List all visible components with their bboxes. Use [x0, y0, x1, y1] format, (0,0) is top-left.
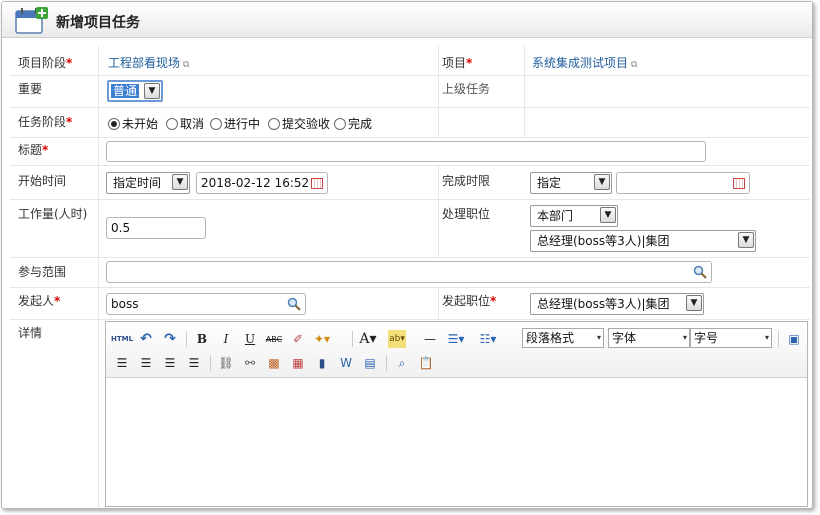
workload-label: 工作量(人时)	[18, 207, 88, 221]
radio-dot	[108, 117, 120, 130]
unordered-list-icon[interactable]: ☷▾	[478, 330, 498, 348]
font-family-select[interactable]: 字体 ▾	[608, 328, 690, 348]
deadline-input[interactable]	[616, 172, 750, 194]
external-link-icon: ⧉	[631, 60, 638, 70]
chevron-down-icon: ▼	[686, 295, 702, 311]
italic-icon[interactable]: I	[216, 330, 236, 348]
undo-icon[interactable]: ↶	[136, 330, 156, 348]
radio-submit-acceptance[interactable]: 提交验收	[268, 115, 330, 132]
bold-icon[interactable]: B	[192, 330, 212, 348]
deadline-mode-select[interactable]: 指定 ▼	[530, 172, 612, 194]
chevron-down-icon: ▼	[144, 83, 160, 99]
project-label: 项目*	[442, 56, 473, 70]
font-size-select[interactable]: 字号 ▾	[690, 328, 772, 348]
initiator-input[interactable]: boss	[106, 293, 306, 315]
scope-label: 参与范围	[18, 265, 67, 279]
radio-in-progress[interactable]: 进行中	[210, 115, 260, 132]
table-icon[interactable]: ▤	[360, 354, 380, 372]
row-workload: 工作量(人时) 0.5 处理职位 本部门 ▼ 总经理(boss等3人)|集团 ▼	[10, 200, 810, 258]
html-source-icon[interactable]: HTML	[110, 330, 134, 348]
word-paste-icon[interactable]: W	[336, 354, 356, 372]
unlink-icon[interactable]: ⚯	[240, 354, 260, 372]
title-input[interactable]	[106, 141, 706, 162]
details-label: 详情	[18, 326, 43, 340]
horizontal-rule-icon[interactable]: —	[420, 330, 440, 348]
importance-value: 普通	[111, 84, 140, 98]
row-initiator: 发起人* boss 发起职位* 总经理(boss等3人)|集团 ▼	[10, 288, 810, 320]
row-importance: 重要 普通 ▼ 上级任务	[10, 76, 810, 108]
row-stage: 项目阶段* 工程部看现场 ⧉ 项目* 系统集成测试项目 ⧉	[10, 46, 810, 76]
rich-text-editor[interactable]: HTML ↶ ↷ B I U ABC ✐ ✦▾ A▾ ab▾ — ☰▾ ☷▾ 段…	[105, 321, 808, 507]
initiator-position-select[interactable]: 总经理(boss等3人)|集团 ▼	[530, 293, 704, 315]
deadline-label: 完成时限	[442, 174, 491, 188]
calendar-icon	[733, 178, 745, 189]
title-label: 标题*	[18, 143, 49, 157]
project-link[interactable]: 系统集成测试项目 ⧉	[532, 54, 637, 71]
align-center-icon[interactable]: ☰	[136, 354, 156, 372]
align-right-icon[interactable]: ☰	[160, 354, 180, 372]
link-icon[interactable]: ⛓	[216, 354, 236, 372]
initiator-position-label: 发起职位*	[442, 294, 497, 308]
row-task-stage: 任务阶段* 未开始 取消 进行中 提交验收 完成	[10, 108, 810, 138]
start-time-input[interactable]: 2018-02-12 16:52	[196, 172, 328, 194]
chevron-down-icon: ▼	[738, 232, 754, 248]
row-scope: 参与范围	[10, 258, 810, 288]
search-icon	[693, 265, 707, 279]
editor-content-area[interactable]	[106, 379, 807, 506]
add-calendar-icon	[15, 7, 48, 34]
start-time-label: 开始时间	[18, 174, 67, 188]
paste-icon[interactable]: 📋	[416, 354, 436, 372]
external-link-icon: ⧉	[183, 60, 190, 70]
task-stage-label: 任务阶段*	[18, 115, 73, 129]
handler-dept-select[interactable]: 本部门 ▼	[530, 205, 618, 227]
importance-select[interactable]: 普通 ▼	[107, 80, 163, 102]
image-icon[interactable]: ▩	[264, 354, 284, 372]
row-title: 标题*	[10, 138, 810, 166]
calendar-icon	[311, 178, 323, 189]
radio-dot	[210, 117, 222, 130]
radio-dot	[268, 117, 280, 130]
search-icon	[287, 297, 301, 311]
highlight-icon[interactable]: ab▾	[388, 330, 406, 348]
handler-position-select[interactable]: 总经理(boss等3人)|集团 ▼	[530, 230, 756, 252]
handler-position-label: 处理职位	[442, 207, 491, 221]
row-time: 开始时间 指定时间 ▼ 2018-02-12 16:52 完成时限 指定 ▼	[10, 166, 810, 200]
radio-not-started[interactable]: 未开始	[108, 115, 158, 132]
task-stage-radios: 未开始 取消 进行中 提交验收 完成	[108, 115, 428, 131]
parent-task-label: 上级任务	[442, 82, 491, 96]
scope-input[interactable]	[106, 261, 712, 283]
radio-complete[interactable]: 完成	[334, 115, 372, 132]
multi-image-icon[interactable]: ▦	[288, 354, 308, 372]
chevron-down-icon: ▼	[172, 174, 188, 190]
strikethrough-icon[interactable]: ABC	[264, 330, 284, 348]
stage-link[interactable]: 工程部看现场 ⧉	[108, 54, 189, 71]
radio-dot	[334, 117, 346, 130]
stage-label: 项目阶段*	[18, 56, 73, 70]
video-icon[interactable]: ▮	[312, 354, 332, 372]
eraser-icon[interactable]: ✐	[288, 330, 308, 348]
align-left-icon[interactable]: ☰	[112, 354, 132, 372]
chevron-down-icon: ▼	[594, 174, 610, 190]
redo-icon[interactable]: ↷	[160, 330, 180, 348]
ordered-list-icon[interactable]: ☰▾	[446, 330, 466, 348]
preview-monitor-icon[interactable]: ▣	[784, 330, 804, 348]
editor-toolbar: HTML ↶ ↷ B I U ABC ✐ ✦▾ A▾ ab▾ — ☰▾ ☷▾ 段…	[106, 322, 807, 378]
dialog-titlebar: 新增项目任务	[2, 2, 812, 38]
align-justify-icon[interactable]: ☰	[184, 354, 204, 372]
radio-dot	[166, 117, 178, 130]
workload-input[interactable]: 0.5	[106, 217, 206, 239]
underline-icon[interactable]: U	[240, 330, 260, 348]
start-mode-select[interactable]: 指定时间 ▼	[106, 172, 190, 194]
find-replace-icon[interactable]: ⌕	[392, 354, 412, 372]
chevron-down-icon: ▼	[600, 207, 616, 223]
importance-label: 重要	[18, 82, 43, 96]
task-dialog: 新增项目任务 项目阶段* 工程部看现场 ⧉ 项目* 系统集成测试项目 ⧉ 重要 普通…	[1, 1, 813, 509]
magic-wand-icon[interactable]: ✦▾	[312, 330, 332, 348]
radio-cancel[interactable]: 取消	[166, 115, 204, 132]
dialog-title: 新增项目任务	[56, 15, 140, 31]
paragraph-format-select[interactable]: 段落格式 ▾	[522, 328, 604, 348]
font-color-icon[interactable]: A▾	[358, 330, 378, 348]
initiator-label: 发起人*	[18, 294, 61, 308]
